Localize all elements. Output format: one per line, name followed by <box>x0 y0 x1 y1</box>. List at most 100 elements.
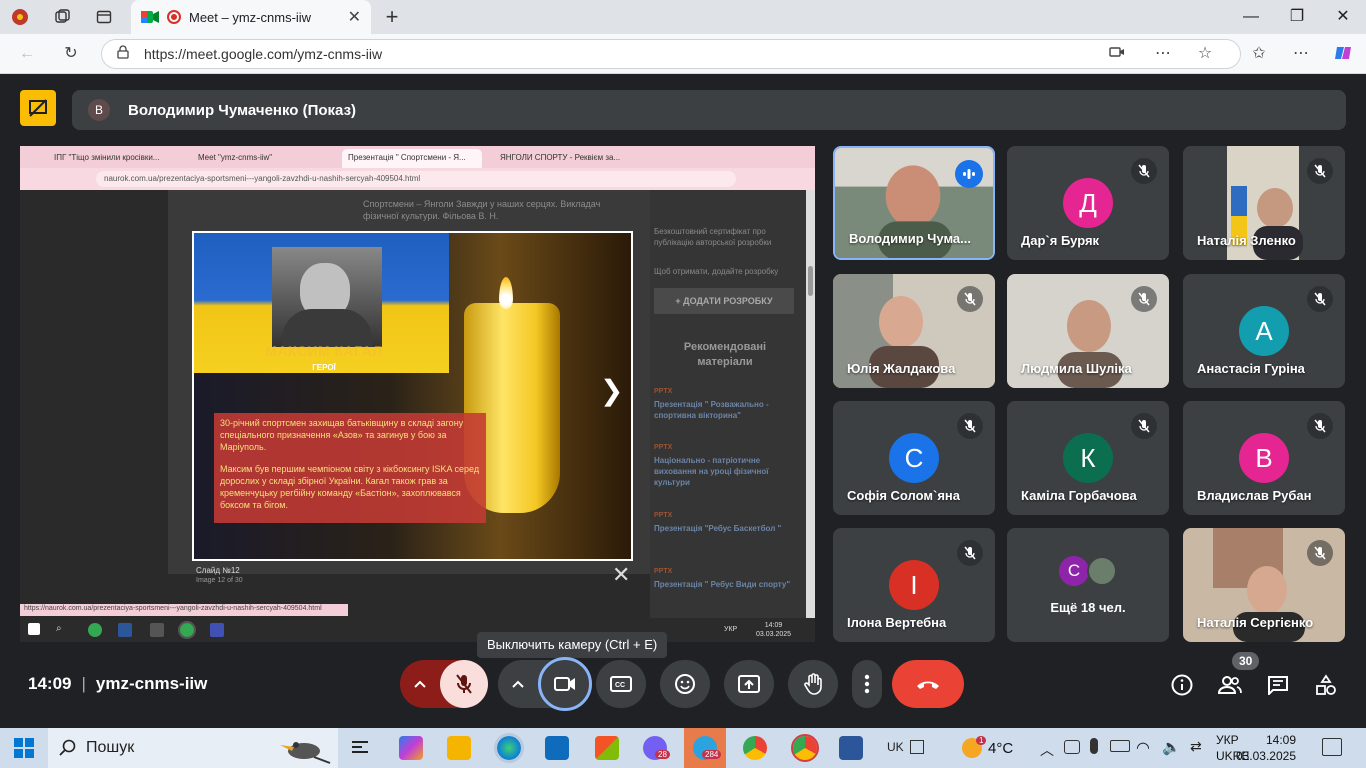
more-options-button[interactable] <box>852 660 882 708</box>
participant-name: Володимир Чума... <box>849 231 971 246</box>
meeting-details-button[interactable] <box>1169 672 1195 698</box>
activities-button[interactable] <box>1313 672 1339 698</box>
tray-clock[interactable]: 14:09 03.03.2025 <box>1210 732 1296 764</box>
site-info-icon[interactable] <box>116 44 130 64</box>
weather-widget[interactable]: 4°C <box>962 738 1013 758</box>
recommended-item: PPTX Національно - патріотичне виховання… <box>654 444 804 488</box>
shared-scrollbar <box>806 190 815 618</box>
settings-more-icon[interactable]: ⋯ <box>1290 43 1312 65</box>
participant-tile[interactable]: І Ілона Вертебна <box>833 528 995 642</box>
chat-button[interactable] <box>1265 672 1291 698</box>
participant-name: Софія Солом`яна <box>847 488 960 503</box>
participant-avatar: В <box>1239 433 1289 483</box>
more-participants-tile[interactable]: С Ещё 18 чел. <box>1007 528 1169 642</box>
slide-image: МАКСИМ КАГАЛ ГЕРОЇ 30-річний спортсмен з… <box>192 231 633 561</box>
end-call-icon <box>917 681 939 689</box>
chrome-icon[interactable] <box>743 736 767 760</box>
participant-tile[interactable]: Людмила Шуліка <box>1007 274 1169 388</box>
close-window-icon[interactable]: ✕ <box>1328 6 1358 28</box>
url-bar[interactable]: https://meet.google.com/ymz-cnms-iiw <box>101 39 1241 69</box>
close-tab-icon[interactable]: ✕ <box>348 7 361 27</box>
windows-start-icon[interactable] <box>14 738 34 758</box>
tray-camera-icon[interactable] <box>1064 740 1080 754</box>
slide-paragraph: Максим був першим чемпіоном світу з кікб… <box>220 464 480 510</box>
participant-tile[interactable]: В Владислав Рубан <box>1183 401 1345 515</box>
participant-avatar: А <box>1239 306 1289 356</box>
participant-name: Наталія Зленко <box>1197 233 1296 248</box>
shared-chrome-active-icon <box>178 621 196 639</box>
participant-tile[interactable]: К Каміла Горбачова <box>1007 401 1169 515</box>
activities-icon <box>1316 674 1336 695</box>
task-view-icon[interactable] <box>349 736 373 760</box>
reactions-button[interactable] <box>660 660 710 708</box>
file-explorer-icon[interactable] <box>447 736 471 760</box>
edge-icon[interactable] <box>494 733 524 763</box>
taskbar-search[interactable]: Пошук <box>48 728 338 768</box>
participant-tile[interactable]: Юлія Жалдакова <box>833 274 995 388</box>
camera-in-use-icon[interactable] <box>1106 43 1128 65</box>
camera-toggle-button[interactable] <box>538 657 592 711</box>
reload-icon[interactable]: ↻ <box>60 43 82 65</box>
participant-avatar: Д <box>1063 178 1113 228</box>
network-share-icon[interactable]: ⇄ <box>1190 738 1202 755</box>
recommended-item: PPTX Презентація "Ребус Баскетбол " <box>654 512 804 534</box>
participant-tile[interactable]: Д Дар`я Буряк <box>1007 146 1169 260</box>
participant-tile[interactable]: С Софія Солом`яна <box>833 401 995 515</box>
keyboard-icon[interactable] <box>910 740 924 754</box>
close-lightbox-icon: ✕ <box>612 562 631 587</box>
tray-chevron-icon[interactable]: ︿ <box>1040 740 1054 760</box>
copilot-taskbar-icon[interactable] <box>399 736 423 760</box>
presenter-name: Володимир Чумаченко (Показ) <box>128 101 357 119</box>
profile-flower-icon[interactable] <box>8 5 32 29</box>
battery-icon[interactable] <box>1110 740 1130 752</box>
recommended-link: Презентація " Ребус Види спорту" <box>654 580 791 589</box>
favorite-star-icon[interactable]: ☆ <box>1194 43 1216 65</box>
chrome-profile-icon[interactable] <box>791 734 819 762</box>
wifi-icon[interactable]: ◠ <box>1136 738 1150 758</box>
captions-icon: CC <box>610 676 632 692</box>
notifications-icon[interactable] <box>1322 738 1342 756</box>
participant-tile[interactable]: Наталія Зленко <box>1183 146 1345 260</box>
present-screen-button[interactable] <box>724 660 774 708</box>
ms-store-icon[interactable] <box>595 736 619 760</box>
people-button[interactable] <box>1217 672 1243 698</box>
tab-actions-icon[interactable] <box>92 5 116 29</box>
participant-tile[interactable]: Володимир Чума... <box>833 146 995 260</box>
address-bar-row: ← ↻ https://meet.google.com/ymz-cnms-iiw… <box>0 34 1366 74</box>
more-vert-icon <box>864 674 870 694</box>
tab-meet[interactable]: Meet – ymz-cnms-iiw ✕ <box>131 0 371 34</box>
copilot-icon[interactable] <box>1332 43 1354 65</box>
svg-text:CC: CC <box>615 682 625 689</box>
mic-off-button[interactable] <box>440 660 488 708</box>
portrait-body <box>282 309 372 347</box>
participant-tile[interactable]: А Анастасія Гуріна <box>1183 274 1345 388</box>
more-in-page-icon[interactable]: ⋯ <box>1152 43 1174 65</box>
slide-heroes-label: ГЕРОЇ <box>312 363 336 372</box>
minimize-icon[interactable]: — <box>1236 6 1266 28</box>
outlook-icon[interactable] <box>545 736 569 760</box>
mic-options-button[interactable] <box>400 660 440 708</box>
recommended-title: Рекомендовані матеріали <box>683 341 767 368</box>
participant-tile[interactable]: Наталія Сергієнко <box>1183 528 1345 642</box>
tray-mic-icon[interactable] <box>1090 738 1098 754</box>
new-tab-icon[interactable]: + <box>380 4 404 29</box>
workspaces-icon[interactable] <box>50 5 74 29</box>
input-language[interactable]: UK <box>887 740 904 754</box>
restore-icon[interactable]: ❐ <box>1282 6 1312 28</box>
leave-call-button[interactable] <box>892 660 964 708</box>
camera-options-button[interactable] <box>498 660 538 708</box>
telegram-active-tile[interactable] <box>684 728 726 768</box>
participant-name: Владислав Рубан <box>1197 488 1312 503</box>
meeting-time: 14:09 <box>28 674 72 693</box>
word-icon[interactable] <box>839 736 863 760</box>
favorites-icon[interactable]: ✩ <box>1248 43 1270 65</box>
shared-tab: Презентація " Спортсмени - Я... <box>342 149 482 168</box>
back-icon[interactable]: ← <box>16 43 38 65</box>
mic-control-group <box>400 660 488 708</box>
raise-hand-button[interactable] <box>788 660 838 708</box>
volume-icon[interactable]: 🔈 <box>1162 738 1181 756</box>
mic-off-icon <box>957 413 983 439</box>
slide-caption-sub: Image 12 of 30 <box>196 577 243 584</box>
captions-button[interactable]: CC <box>596 660 646 708</box>
more-avatar: С <box>1059 556 1089 586</box>
